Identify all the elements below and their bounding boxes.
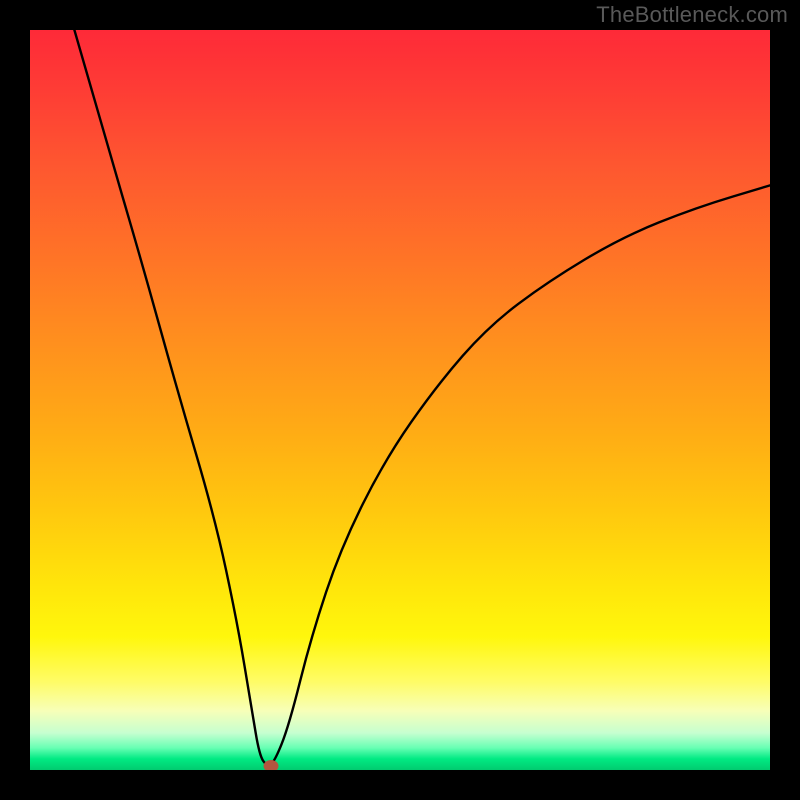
- watermark-text: TheBottleneck.com: [596, 2, 788, 28]
- optimal-point-marker: [263, 760, 278, 770]
- plot-area: [30, 30, 770, 770]
- chart-frame: TheBottleneck.com: [0, 0, 800, 800]
- bottleneck-curve: [74, 30, 770, 765]
- curve-svg: [30, 30, 770, 770]
